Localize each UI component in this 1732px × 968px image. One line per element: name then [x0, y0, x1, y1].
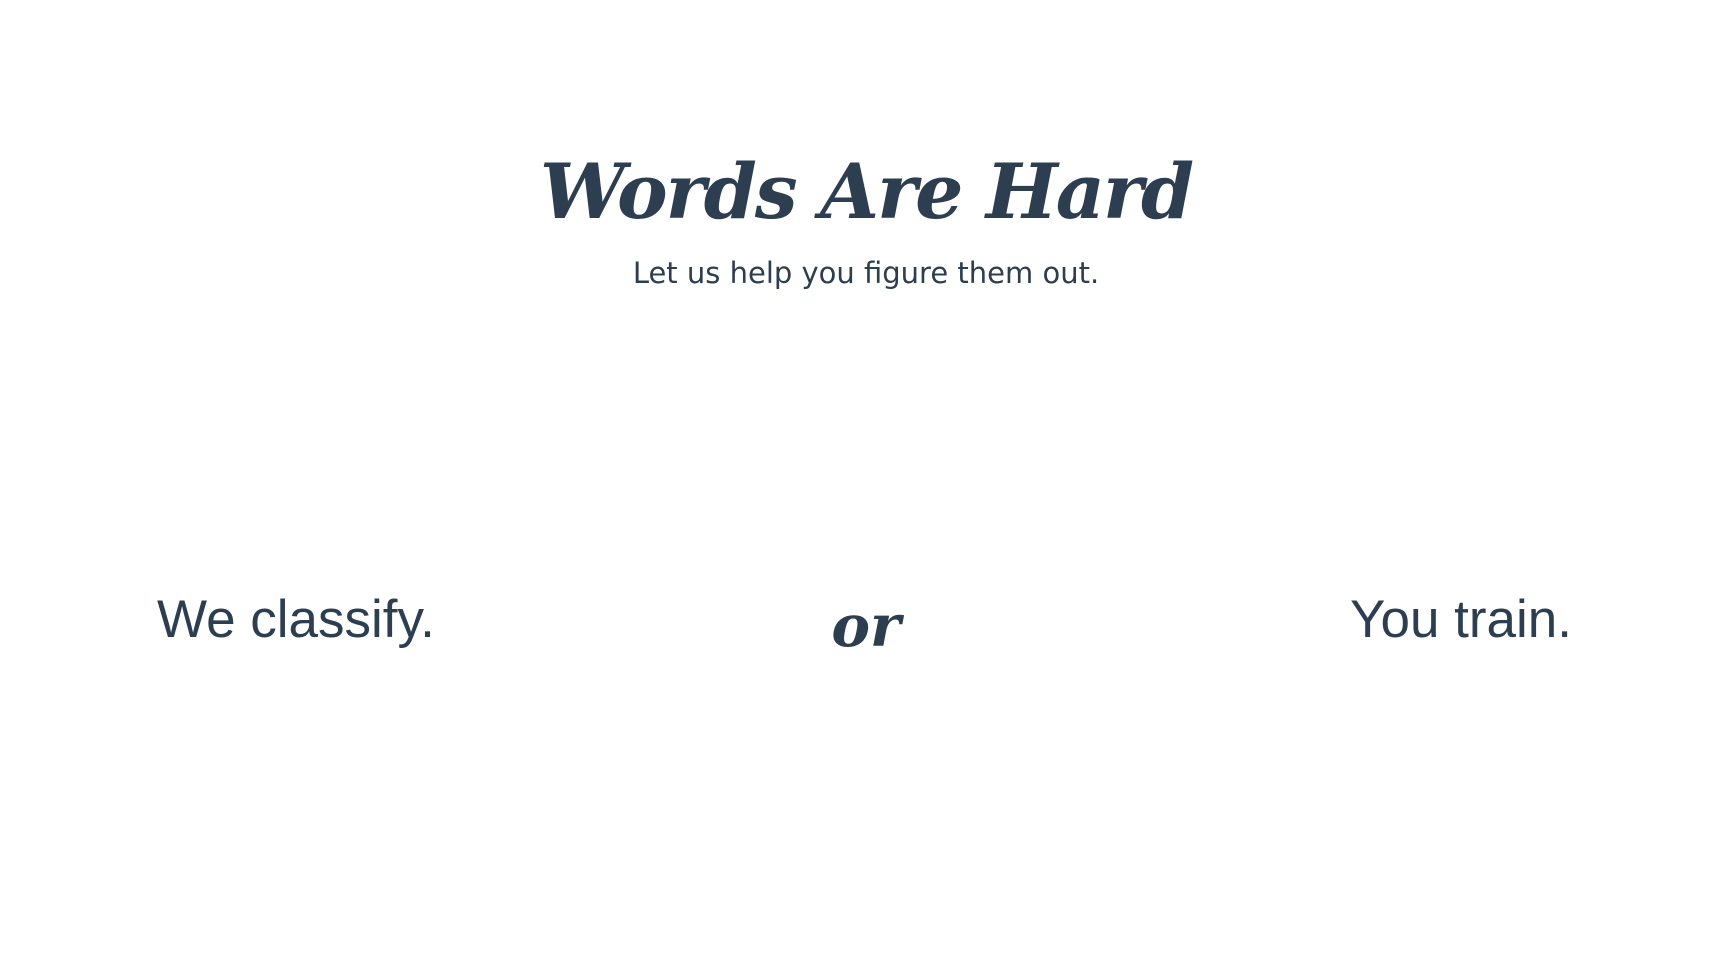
mode-choice-row: We classify. or You train.: [0, 580, 1732, 670]
tagline: Let us help you figure them out.: [632, 255, 1100, 290]
you-train-link[interactable]: You train.: [1350, 580, 1572, 660]
hero-header: Words Are Hard Let us help you figure th…: [0, 150, 1732, 290]
page-title: Words Are Hard: [539, 147, 1194, 236]
we-classify-link[interactable]: We classify.: [157, 580, 435, 660]
